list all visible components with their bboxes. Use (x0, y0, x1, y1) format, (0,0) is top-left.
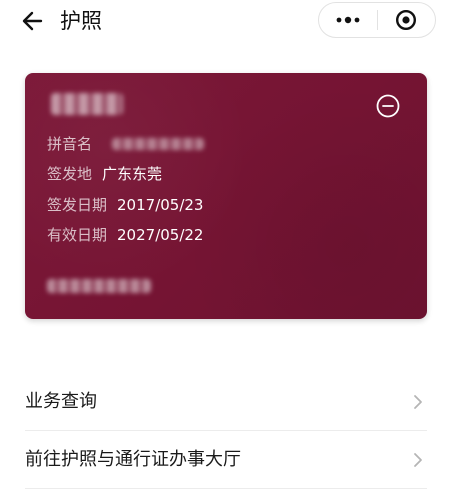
collapse-button[interactable] (375, 93, 401, 119)
field-label: 签发地 (47, 165, 93, 183)
pinyin-name-redacted (112, 138, 204, 150)
minus-circle-icon (376, 94, 400, 118)
field-value: 2017/05/23 (117, 196, 204, 214)
more-button[interactable] (319, 3, 377, 37)
field-label: 有效日期 (47, 226, 108, 244)
field-value: 2027/05/22 (117, 226, 204, 244)
mini-program-capsule (318, 2, 436, 38)
list-item-business-query[interactable]: 业务查询 (25, 373, 427, 431)
service-list: 业务查询 前往护照与通行证办事大厅 (25, 373, 427, 489)
list-item-label: 业务查询 (25, 390, 97, 412)
holder-name-redacted (51, 93, 123, 115)
field-value: 广东东莞 (102, 165, 163, 183)
top-bar: 护照 (0, 0, 450, 44)
field-issue-date: 签发日期 2017/05/23 (47, 194, 203, 216)
back-button[interactable] (16, 6, 48, 36)
field-label: 拼音名 (47, 135, 93, 153)
list-item-service-hall[interactable]: 前往护照与通行证办事大厅 (25, 431, 427, 489)
more-dots-icon (336, 16, 360, 24)
chevron-right-icon (411, 451, 425, 469)
chevron-right-icon (411, 393, 425, 411)
target-close-icon (396, 9, 417, 31)
close-button[interactable] (377, 3, 435, 37)
passport-number-redacted (47, 279, 151, 293)
passport-card[interactable]: 拼音名 签发地 广东东莞 签发日期 2017/05/23 有效日期 2027/0… (25, 73, 427, 319)
field-pinyin-name: 拼音名 (47, 133, 102, 155)
list-item-label: 前往护照与通行证办事大厅 (25, 448, 241, 470)
arrow-left-icon (22, 11, 43, 31)
page-title: 护照 (60, 9, 102, 33)
field-expiry-date: 有效日期 2027/05/22 (47, 224, 203, 246)
passport-page: 护照 拼音名 签发地 广东东莞 签发日期 2017/05/23 有效日期 202… (0, 0, 450, 491)
field-label: 签发日期 (47, 196, 108, 214)
field-issue-place: 签发地 广东东莞 (47, 163, 162, 185)
